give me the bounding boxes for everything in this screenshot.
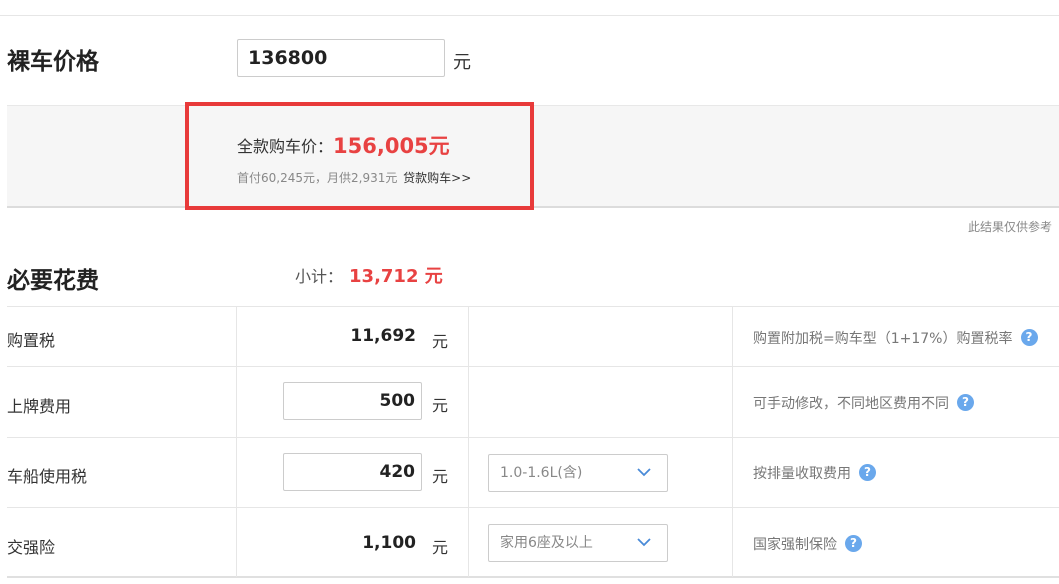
full-price-value: 156,005元 [333,134,450,158]
note-registration: 可手动修改，不同地区费用不同? [753,393,974,413]
row-label-purchase-tax: 购置税 [7,331,56,350]
column-divider [236,307,237,577]
row-label-registration: 上牌费用 [7,397,72,416]
vehicle-tax-input[interactable] [283,453,422,491]
unit: 元 [432,396,449,415]
note-vehicle-tax: 按排量收取费用? [753,463,876,483]
seat-type-select-value: 家用6座及以上 [500,535,593,551]
help-icon[interactable]: ? [845,534,862,552]
note-compulsory-insurance: 国家强制保险? [753,534,862,554]
table-divider [7,437,1059,438]
unit: 元 [432,538,449,557]
top-divider [0,15,1059,16]
help-icon[interactable]: ? [1020,328,1038,346]
unit: 元 [432,332,449,351]
loan-link[interactable]: 贷款购车>> [403,171,471,185]
loan-text: 首付60,245元，月供2,931元 [237,171,398,185]
column-divider [732,307,733,577]
subtotal-value: 13,712 元 [349,266,443,287]
full-price-line: 全款购车价：156,005元 [237,130,450,160]
help-icon[interactable]: ? [859,463,876,481]
disclaimer: 此结果仅供参考 [967,220,1052,234]
full-price-label: 全款购车价： [237,137,334,156]
price-unit: 元 [453,52,471,73]
registration-fee-input[interactable] [283,382,422,420]
note-text: 按排量收取费用 [753,466,851,482]
table-divider [7,507,1059,508]
table-divider [7,306,1059,307]
required-title: 必要花费 [7,268,99,294]
note-text: 购置附加税=购车型（1+17%）购置税率 [753,331,1013,347]
loan-line: 首付60,245元，月供2,931元 贷款购车>> [237,169,471,186]
seat-type-select[interactable]: 家用6座及以上 [488,524,668,562]
note-text: 可手动修改，不同地区费用不同 [753,396,949,412]
chevron-down-icon [637,538,651,547]
compulsory-insurance-value: 1,100 [362,533,416,553]
note-text: 国家强制保险 [753,537,837,553]
subtotal-label: 小计： [295,267,344,286]
column-divider [468,307,469,577]
table-divider [7,366,1059,367]
table-divider [7,576,1059,578]
unit: 元 [432,467,449,486]
help-icon[interactable]: ? [957,393,974,411]
price-label: 裸车价格 [7,49,99,75]
row-label-vehicle-tax: 车船使用税 [7,467,88,486]
note-purchase-tax: 购置附加税=购车型（1+17%）购置税率? [753,328,1038,348]
subtotal-line: 小计： 13,712 元 [295,262,443,288]
price-input[interactable] [237,39,445,77]
displacement-select[interactable]: 1.0-1.6L(含) [488,454,668,492]
row-label-compulsory-insurance: 交强险 [7,538,56,557]
chevron-down-icon [637,468,651,477]
displacement-select-value: 1.0-1.6L(含) [500,465,583,481]
purchase-tax-value: 11,692 [350,326,416,346]
